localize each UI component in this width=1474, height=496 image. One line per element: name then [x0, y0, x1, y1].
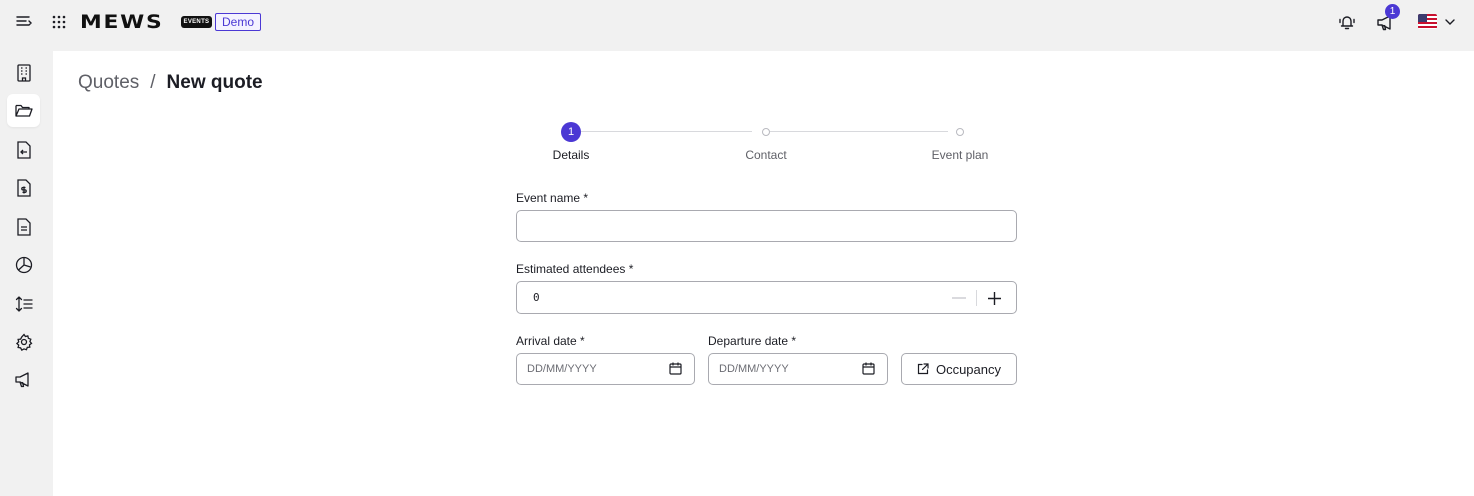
- document-arrow-icon: [16, 140, 31, 159]
- breadcrumb-separator: /: [150, 72, 156, 93]
- apps-grid-icon[interactable]: [51, 14, 67, 30]
- departure-date-label: Departure date *: [708, 334, 797, 348]
- minus-icon: [952, 297, 966, 299]
- logo-wordmark: MEWS: [80, 10, 164, 33]
- us-flag-icon[interactable]: [1418, 14, 1437, 29]
- sidebar-item-contracts[interactable]: [7, 133, 40, 166]
- step-connector: [770, 131, 948, 132]
- calendar-icon[interactable]: [862, 362, 875, 375]
- pie-chart-icon: [15, 256, 32, 273]
- step-label-contact[interactable]: Contact: [745, 148, 786, 162]
- step-indicator-contact[interactable]: [762, 128, 770, 136]
- sidebar-item-quotes[interactable]: [7, 94, 40, 127]
- top-bar: MEWS EVENTS Demo 1: [0, 0, 1474, 44]
- sidebar-nav: [0, 50, 48, 496]
- occupancy-button[interactable]: Occupancy: [901, 353, 1017, 385]
- megaphone-icon: [15, 372, 29, 388]
- stepper-divider: [976, 290, 977, 306]
- sidebar-item-announcements[interactable]: [7, 363, 40, 396]
- event-name-label: Event name *: [516, 191, 589, 205]
- occupancy-button-label: Occupancy: [935, 361, 1002, 377]
- sidebar-item-invoices[interactable]: [7, 171, 40, 204]
- menu-toggle-icon[interactable]: [15, 14, 33, 30]
- step-connector: [581, 131, 752, 132]
- environment-badge: Demo: [215, 13, 262, 31]
- departure-date-placeholder: DD/MM/YYYY: [719, 363, 789, 375]
- sort-lines-icon: [15, 295, 33, 312]
- arrival-date-placeholder: DD/MM/YYYY: [527, 363, 597, 375]
- arrival-date-input[interactable]: DD/MM/YYYY: [516, 353, 695, 385]
- step-indicator-event-plan[interactable]: [956, 128, 964, 136]
- breadcrumb: Quotes / New quote: [78, 72, 263, 94]
- page-title: New quote: [166, 72, 263, 93]
- main-panel: Quotes / New quote 1 Details Contact Eve…: [53, 51, 1474, 496]
- sidebar-item-sorting[interactable]: [7, 287, 40, 320]
- calendar-icon[interactable]: [669, 362, 682, 375]
- sidebar-item-documents[interactable]: [7, 210, 40, 243]
- plus-icon: [987, 291, 1001, 305]
- sidebar-item-reports[interactable]: [7, 248, 40, 281]
- arrival-date-label: Arrival date *: [516, 334, 585, 348]
- step-label-details[interactable]: Details: [553, 148, 590, 162]
- external-link-icon: [917, 363, 929, 375]
- attendees-value[interactable]: 0: [533, 291, 540, 304]
- sidebar-item-venues[interactable]: [7, 56, 40, 89]
- bell-icon[interactable]: [1337, 12, 1357, 32]
- attendees-label: Estimated attendees *: [516, 262, 634, 276]
- building-icon: [16, 63, 31, 82]
- sidebar-item-settings[interactable]: [7, 325, 40, 358]
- decrement-button[interactable]: [949, 290, 969, 306]
- departure-date-input[interactable]: DD/MM/YYYY: [708, 353, 888, 385]
- document-lines-icon: [16, 217, 31, 236]
- increment-button[interactable]: [984, 290, 1004, 306]
- document-dollar-icon: [16, 178, 31, 197]
- breadcrumb-quotes-link[interactable]: Quotes: [78, 72, 139, 94]
- event-name-input[interactable]: [516, 210, 1017, 242]
- mews-events-logo[interactable]: MEWS EVENTS: [80, 10, 213, 33]
- chevron-down-icon[interactable]: [1444, 16, 1456, 28]
- gear-icon: [15, 332, 32, 351]
- attendees-stepper[interactable]: 0: [516, 281, 1017, 314]
- folder-icon: [14, 104, 33, 117]
- step-label-event-plan[interactable]: Event plan: [932, 148, 989, 162]
- logo-events-badge: EVENTS: [180, 15, 213, 28]
- notification-count-badge: 1: [1385, 4, 1400, 19]
- step-indicator-details[interactable]: 1: [561, 122, 581, 142]
